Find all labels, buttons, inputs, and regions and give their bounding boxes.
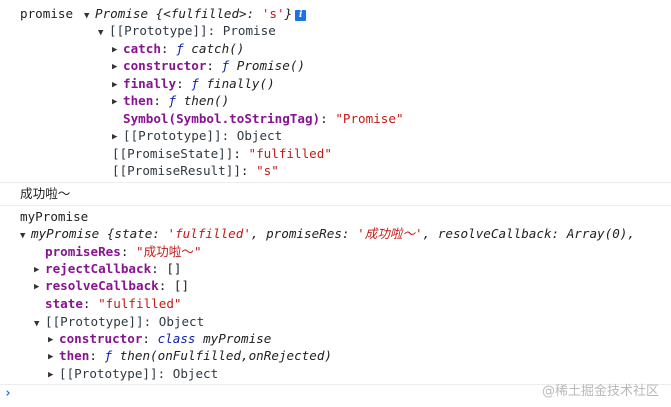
prop-promiseres-row: promiseRes: "成功啦～" — [45, 244, 202, 259]
function-signature: then(onFulfilled,onRejected) — [119, 348, 333, 363]
expand-triangle-down-icon[interactable]: ▼ — [34, 316, 45, 334]
expand-triangle-down-icon[interactable]: ▼ — [84, 8, 95, 26]
summary-prefix: Promise {<fulfilled>: — [95, 6, 262, 21]
log-label: promise — [20, 6, 74, 21]
expand-triangle-right-icon[interactable]: ▶ — [112, 94, 123, 112]
class-name: myPromise — [203, 331, 272, 346]
expand-triangle-right-icon[interactable]: ▶ — [48, 349, 59, 367]
function-glyph: ƒ — [191, 76, 199, 91]
prop-key: [[PromiseResult]] — [112, 163, 241, 178]
prototype-label: [[Prototype]]: Object — [45, 314, 205, 329]
function-signature: then() — [183, 93, 230, 108]
log-separator — [0, 182, 671, 183]
prototype-label: [[Prototype]]: Object — [59, 366, 219, 381]
prop-key: constructor — [59, 331, 143, 346]
expand-triangle-right-icon[interactable]: ▶ — [112, 129, 123, 147]
prop-key: finally — [123, 76, 177, 91]
prop-key: Symbol(Symbol.toStringTag) — [123, 111, 321, 126]
summary-value: '成功啦～' — [357, 226, 423, 241]
proto-item-then[interactable]: ▶ then: ƒ then(onFulfilled,onRejected) — [48, 347, 332, 365]
prop-value: "成功啦～" — [136, 244, 202, 259]
summary-key: resolveCallback — [437, 226, 552, 241]
summary-value: Array(0), — [566, 226, 635, 241]
prop-value: "fulfilled" — [248, 146, 332, 161]
summary-name: myPromise — [31, 226, 107, 241]
promise-result-row: [[PromiseResult]]: "s" — [112, 163, 279, 178]
summary-value: 'fulfilled' — [167, 226, 251, 241]
prototype-object-row[interactable]: ▼ [[Prototype]]: Object — [34, 313, 204, 331]
proto-proto-row[interactable]: ▶ [[Prototype]]: Object — [48, 365, 218, 383]
log-separator — [0, 205, 671, 206]
promise-summary[interactable]: ▼ Promise {<fulfilled>: 's'} i — [84, 5, 307, 26]
expand-triangle-right-icon[interactable]: ▶ — [48, 367, 59, 385]
proto-item-finally[interactable]: ▶ finally: ƒ finally() — [112, 75, 275, 93]
tostringtag-row: Symbol(Symbol.toStringTag): "Promise" — [123, 111, 404, 126]
function-glyph: ƒ — [221, 58, 230, 73]
watermark: @稀土掘金技术社区 — [541, 384, 659, 399]
prop-value: [] — [173, 278, 190, 293]
expand-triangle-right-icon[interactable]: ▶ — [112, 59, 123, 77]
prop-state-row: state: "fulfilled" — [45, 296, 182, 311]
proto-proto-row[interactable]: ▶ [[Prototype]]: Object — [112, 127, 282, 145]
log-entry-success: 成功啦～ — [20, 185, 70, 203]
proto-item-then[interactable]: ▶ then: ƒ then() — [112, 92, 229, 110]
summary-suffix: } — [284, 6, 293, 21]
expand-triangle-right-icon[interactable]: ▶ — [34, 279, 45, 297]
prop-rejectcallback-row[interactable]: ▶ rejectCallback: [] — [34, 260, 182, 278]
prop-key: constructor — [123, 58, 207, 73]
function-glyph: ƒ — [176, 41, 184, 56]
promise-state-row: [[PromiseState]]: "fulfilled" — [112, 146, 332, 161]
proto-item-constructor[interactable]: ▶ constructor: class myPromise — [48, 330, 271, 348]
prop-key: state — [45, 296, 83, 311]
expand-triangle-down-icon[interactable]: ▼ — [20, 228, 31, 246]
proto-item-constructor[interactable]: ▶ constructor: ƒ Promise() — [112, 57, 305, 75]
prop-key: then — [123, 93, 154, 108]
log-entry-promise: promise — [20, 5, 73, 23]
prop-value: "fulfilled" — [98, 296, 182, 311]
log-text: 成功啦～ — [20, 186, 71, 201]
log-label: myPromise — [20, 209, 89, 224]
expand-triangle-down-icon[interactable]: ▼ — [98, 25, 109, 43]
prop-key: [[PromiseState]] — [112, 146, 234, 161]
function-glyph: ƒ — [104, 348, 113, 363]
prop-value: [] — [166, 261, 182, 276]
summary-value: 's' — [261, 6, 285, 21]
function-glyph: ƒ — [168, 93, 177, 108]
prototype-label: [[Prototype]]: Object — [123, 128, 283, 143]
mypromise-summary[interactable]: ▼ myPromise {state: 'fulfilled', promiseR… — [20, 225, 635, 243]
class-keyword: class — [157, 331, 196, 346]
function-signature: catch() — [191, 41, 245, 56]
proto-item-catch[interactable]: ▶ catch: ƒ catch() — [112, 40, 244, 58]
prop-key: resolveCallback — [45, 278, 159, 293]
summary-key: promiseRes — [266, 226, 342, 241]
prop-key: rejectCallback — [45, 261, 152, 276]
prototype-promise-row[interactable]: ▼ [[Prototype]]: Promise — [98, 22, 276, 40]
prop-value: "Promise" — [335, 111, 404, 126]
info-icon[interactable]: i — [295, 10, 307, 21]
console-prompt-chevron-icon[interactable]: › — [4, 386, 12, 401]
prop-key: then — [59, 348, 90, 363]
summary-key: state — [114, 226, 153, 241]
prop-key: promiseRes — [45, 244, 121, 259]
prop-resolvecallback-row[interactable]: ▶ resolveCallback: [] — [34, 277, 189, 295]
prop-value: "s" — [256, 163, 279, 178]
prototype-label: [[Prototype]]: Promise — [109, 23, 276, 38]
function-signature: Promise() — [236, 58, 306, 73]
log-entry-mypromise: myPromise — [20, 208, 88, 226]
function-signature: finally() — [206, 76, 275, 91]
prop-key: catch — [123, 41, 161, 56]
